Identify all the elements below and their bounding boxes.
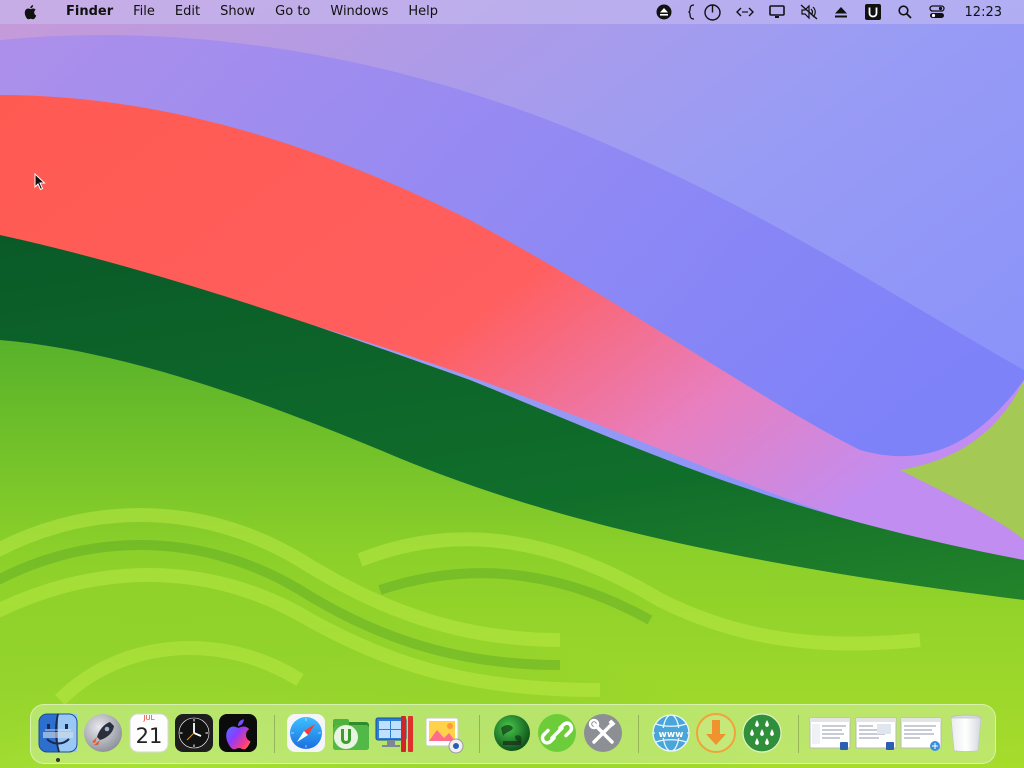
dock-trash-icon[interactable] — [945, 712, 987, 754]
mouse-pointer-icon — [34, 173, 46, 191]
menu-go-to[interactable]: Go to — [265, 0, 320, 24]
dock-drops-icon[interactable] — [741, 712, 783, 754]
dock-launchpad-icon[interactable] — [82, 712, 124, 754]
power-circle-icon[interactable] — [704, 3, 722, 21]
code-arrows-icon[interactable] — [735, 3, 754, 21]
svg-text:www: www — [659, 730, 684, 740]
menu-bar: Finder File Edit Show Go to Windows Help — [0, 0, 1024, 24]
menu-show[interactable]: Show — [210, 0, 265, 24]
desktop[interactable]: Finder File Edit Show Go to Windows Help — [0, 0, 1024, 768]
menu-help[interactable]: Help — [398, 0, 448, 24]
u-app-icon[interactable] — [864, 3, 882, 21]
dock-window-thumbnail-1[interactable] — [809, 712, 851, 754]
dock-window-thumbnail-3[interactable] — [900, 712, 942, 754]
dock-tools-icon[interactable] — [582, 712, 624, 754]
dock-finder-icon[interactable] — [37, 712, 79, 754]
calendar-month: JUL — [143, 714, 155, 722]
dock-separator — [274, 715, 275, 753]
dock-green-globe-icon[interactable] — [491, 712, 533, 754]
dock-photo-viewer-icon[interactable] — [422, 712, 464, 754]
dock-calendar-icon[interactable]: JUL 21 — [128, 712, 170, 754]
dock-www-globe-icon[interactable]: www — [650, 712, 692, 754]
dock-separator — [479, 715, 480, 753]
bracket-icon[interactable] — [687, 3, 697, 21]
menu-file[interactable]: File — [123, 0, 165, 24]
dock-safari-icon[interactable] — [285, 712, 327, 754]
eject-icon[interactable] — [832, 3, 850, 21]
dock-separator — [638, 715, 639, 753]
dock: JUL 21 www — [30, 704, 996, 764]
apple-logo-icon[interactable] — [22, 4, 38, 20]
eject-circle-icon[interactable] — [655, 3, 673, 21]
dock-apple-gradient-icon[interactable] — [217, 712, 259, 754]
dock-window-thumbnail-2[interactable] — [855, 712, 897, 754]
search-icon[interactable] — [896, 3, 914, 21]
dock-download-icon[interactable] — [695, 712, 737, 754]
menu-finder[interactable]: Finder — [56, 0, 123, 24]
dock-separator — [798, 715, 799, 753]
calendar-day: 21 — [135, 724, 163, 748]
display-icon[interactable] — [768, 3, 786, 21]
control-center-icon[interactable] — [928, 3, 946, 21]
menu-edit[interactable]: Edit — [165, 0, 210, 24]
mute-icon[interactable] — [800, 3, 818, 21]
dock-link-icon[interactable] — [536, 712, 578, 754]
menu-windows[interactable]: Windows — [320, 0, 398, 24]
dock-utorrent-icon[interactable] — [329, 712, 371, 754]
menubar-clock[interactable]: 12:23 — [965, 5, 1002, 20]
wallpaper — [0, 0, 1024, 768]
dock-windows-display-icon[interactable] — [374, 712, 416, 754]
dock-clock-icon[interactable] — [173, 712, 215, 754]
finder-running-indicator — [56, 758, 60, 762]
